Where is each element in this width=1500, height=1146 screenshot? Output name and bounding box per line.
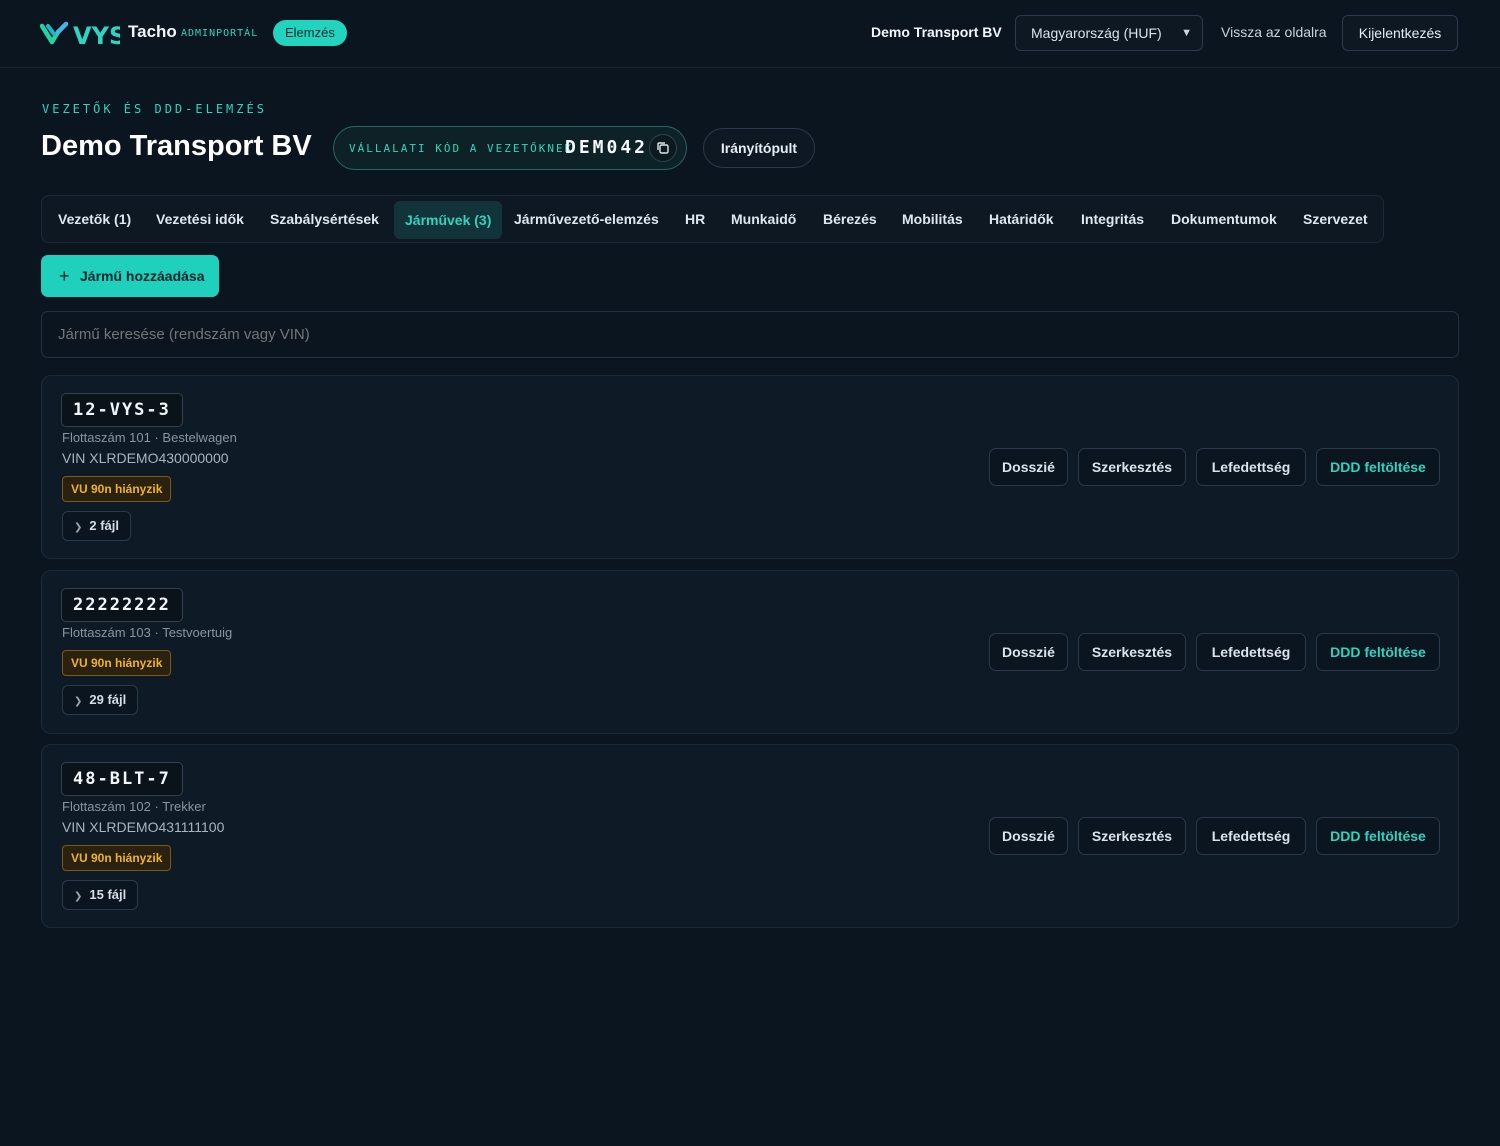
section-tabs: Vezetők (1) Vezetési idők Szabálysértése…: [41, 195, 1384, 243]
dossier-button[interactable]: Dosszié: [989, 448, 1068, 486]
files-count: 15 fájl: [89, 887, 127, 902]
vehicle-meta: Flottaszám 101 · Bestelwagen: [62, 430, 237, 445]
status-badge: VU 90n hiányzik: [62, 650, 172, 676]
tab-documents[interactable]: Dokumentumok: [1171, 211, 1277, 227]
vehicle-vin: VIN XLRDEMO430000000: [62, 450, 229, 466]
dossier-button[interactable]: Dosszié: [989, 817, 1068, 855]
files-count: 29 fájl: [89, 692, 127, 707]
top-navigation-bar: VYS Tacho ADMINPORTÁL Elemzés Demo Trans…: [0, 0, 1500, 68]
files-count: 2 fájl: [89, 518, 120, 533]
edit-button[interactable]: Szerkesztés: [1078, 448, 1186, 486]
header-company-name: Demo Transport BV: [871, 24, 1002, 40]
tab-driver-analysis[interactable]: Járművezető-elemzés: [514, 211, 659, 227]
license-plate: 22222222: [61, 588, 183, 622]
company-code-box: VÁLLALATI KÓD A VEZETŐKNEK DEM042: [333, 126, 687, 170]
brand-subtitle: ADMINPORTÁL: [181, 28, 259, 39]
tab-integrity[interactable]: Integritás: [1081, 211, 1144, 227]
tab-hr[interactable]: HR: [685, 211, 705, 227]
vehicle-card: 12-VYS-3 Flottaszám 101 · Bestelwagen VI…: [41, 375, 1459, 559]
vys-logo[interactable]: VYS: [40, 20, 120, 48]
add-vehicle-label: Jármű hozzáadása: [80, 268, 205, 284]
chevron-down-icon: ▼: [1181, 27, 1192, 39]
tab-mobility[interactable]: Mobilitás: [902, 211, 963, 227]
edit-button[interactable]: Szerkesztés: [1078, 817, 1186, 855]
license-plate: 48-BLT-7: [61, 762, 183, 796]
add-vehicle-button[interactable]: + Jármű hozzáadása: [41, 255, 219, 297]
company-code-label: VÁLLALATI KÓD A VEZETŐKNEK: [349, 142, 574, 155]
dossier-button[interactable]: Dosszié: [989, 633, 1068, 671]
page-eyebrow: VEZETŐK ÉS DDD-ELEMZÉS: [42, 102, 267, 116]
coverage-button[interactable]: Lefedettség: [1196, 817, 1306, 855]
license-plate: 12-VYS-3: [61, 393, 183, 427]
ddd-upload-button[interactable]: DDD feltöltése: [1316, 448, 1440, 486]
coverage-button[interactable]: Lefedettség: [1196, 633, 1306, 671]
status-badge: VU 90n hiányzik: [62, 845, 172, 871]
back-to-site-link[interactable]: Vissza az oldalra: [1221, 24, 1327, 40]
files-toggle[interactable]: ❯ 2 fájl: [62, 511, 132, 541]
company-code-value: DEM042: [565, 137, 649, 158]
brand-name: Tacho: [128, 22, 177, 41]
ddd-upload-button[interactable]: DDD feltöltése: [1316, 633, 1440, 671]
tab-payroll[interactable]: Bérezés: [823, 211, 877, 227]
dashboard-button[interactable]: Irányítópult: [703, 128, 815, 168]
chevron-right-icon: ❯: [74, 891, 83, 902]
tab-organization[interactable]: Szervezet: [1303, 211, 1368, 227]
edit-button[interactable]: Szerkesztés: [1078, 633, 1186, 671]
plus-icon: +: [59, 266, 70, 286]
tab-working-time[interactable]: Munkaidő: [731, 211, 796, 227]
vehicle-meta: Flottaszám 102 · Trekker: [62, 799, 206, 814]
page-title: Demo Transport BV: [41, 130, 312, 162]
vehicle-search-input[interactable]: [41, 311, 1459, 358]
tab-deadlines[interactable]: Határidők: [989, 211, 1054, 227]
vehicle-card: 48-BLT-7 Flottaszám 102 · Trekker VIN XL…: [41, 744, 1459, 928]
tab-vehicles[interactable]: Járművek (3): [394, 201, 503, 239]
coverage-button[interactable]: Lefedettség: [1196, 448, 1306, 486]
chevron-right-icon: ❯: [74, 696, 83, 707]
files-toggle[interactable]: ❯ 15 fájl: [62, 880, 139, 910]
logout-button[interactable]: Kijelentkezés: [1342, 15, 1458, 51]
chevron-right-icon: ❯: [74, 522, 83, 533]
status-badge: VU 90n hiányzik: [62, 476, 172, 502]
copy-icon: [657, 142, 669, 154]
tab-infringements[interactable]: Szabálysértések: [270, 211, 379, 227]
copy-code-button[interactable]: [649, 134, 677, 162]
tab-driving-times[interactable]: Vezetési idők: [156, 211, 244, 227]
analysis-pill[interactable]: Elemzés: [273, 20, 347, 46]
vehicle-vin: VIN XLRDEMO431111100: [62, 819, 225, 835]
vehicle-card: 22222222 Flottaszám 103 · Testvoertuig V…: [41, 570, 1459, 734]
ddd-upload-button[interactable]: DDD feltöltése: [1316, 817, 1440, 855]
files-toggle[interactable]: ❯ 29 fájl: [62, 685, 139, 715]
logo-letters: VYS: [73, 22, 120, 48]
region-select[interactable]: Magyarország (HUF) ▼: [1015, 15, 1203, 51]
region-select-value: Magyarország (HUF): [1031, 25, 1162, 41]
vehicle-meta: Flottaszám 103 · Testvoertuig: [62, 625, 233, 640]
tab-drivers[interactable]: Vezetők (1): [58, 211, 131, 227]
